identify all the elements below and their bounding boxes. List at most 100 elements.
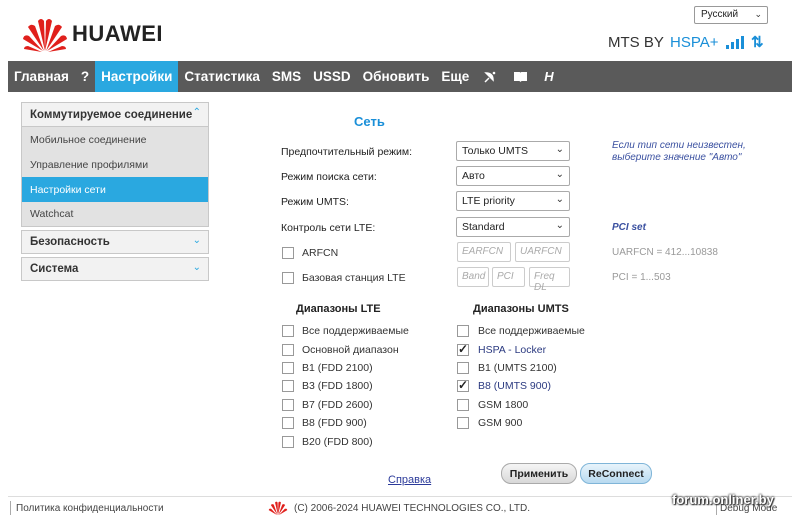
huawei-logo: HUAWEI [22,14,172,54]
nav-ussd[interactable]: USSD [307,61,357,92]
nav-statistics[interactable]: Статистика [178,61,265,92]
chevron-down-icon: ⌄ [555,220,564,231]
lte-band-b7-checkbox[interactable] [282,399,294,411]
lte-band-b20-checkbox[interactable] [282,436,294,448]
watermark: forum.onliner.by [672,492,774,507]
chevron-down-icon: ⌄ [555,169,564,180]
chevron-down-icon: ⌄ [555,194,564,205]
sidebar-item-profile-management[interactable]: Управление профилями [21,152,209,177]
lte-band-label: B8 (FDD 900) [302,417,367,429]
lte-band-label: Все поддерживаемые [302,325,409,337]
pref-mode-value: Только UMTS [462,145,529,157]
lte-band-all-checkbox[interactable] [282,325,294,337]
sidebar-item-network-settings[interactable]: Настройки сети [21,177,209,202]
lte-band-label: B1 (FDD 2100) [302,362,373,374]
base-station-label: Базовая станция LTE [302,272,406,284]
copyright: (C) 2006-2024 HUAWEI TECHNOLOGIES CO., L… [268,500,530,516]
apply-button[interactable]: Применить [501,463,577,484]
sidebar-group-label: Безопасность [30,236,110,248]
pci-input[interactable]: PCI [492,267,525,287]
sidebar-group-security[interactable]: Безопасность ⌄ [21,230,209,254]
umts-mode-label: Режим UMTS: [281,196,349,208]
umts-band-label: B8 (UMTS 900) [478,380,551,392]
nav-sms[interactable]: SMS [266,61,307,92]
updown-arrows-icon: ⇅ [751,34,764,51]
brand-name: HUAWEI [72,21,163,46]
sidebar-item-mobile-connection[interactable]: Мобильное соединение [21,127,209,152]
nav-help[interactable]: ? [75,61,95,92]
chevron-down-icon: ⌄ [192,235,201,246]
sidebar-group-label: Коммутируемое соединение [30,108,193,121]
earfcn-input[interactable]: EARFCN [457,242,511,262]
book-icon[interactable] [505,61,536,92]
umts-band-gsm900-checkbox[interactable] [457,417,469,429]
nav-home[interactable]: Главная [8,61,75,92]
reconnect-button[interactable]: ReConnect [580,463,652,484]
sidebar: Коммутируемое соединение ⌃ Мобильное сое… [21,102,209,284]
lte-band-main-checkbox[interactable] [282,344,294,356]
umts-band-label: Все поддерживаемые [478,325,585,337]
lte-control-select[interactable]: Standard ⌄ [456,217,570,237]
umts-mode-select[interactable]: LTE priority ⌄ [456,191,570,211]
umts-band-gsm1800-checkbox[interactable] [457,399,469,411]
sidebar-group-system[interactable]: Система ⌄ [21,257,209,281]
lte-band-label: B7 (FDD 2600) [302,399,373,411]
network-hint: Если тип сети неизвестен, выберите значе… [612,140,746,163]
sidebar-group-dialup[interactable]: Коммутируемое соединение ⌃ [21,102,209,127]
umts-bands-heading: Диапазоны UMTS [473,303,569,315]
help-link[interactable]: Справка [388,474,431,486]
privacy-policy-link[interactable]: Политика конфиденциальности [16,503,164,514]
lte-band-b1-checkbox[interactable] [282,362,294,374]
satellite-dish-icon[interactable] [475,61,505,92]
uarfcn-input[interactable]: UARFCN [515,242,570,262]
chevron-up-icon: ⌃ [192,107,201,118]
band-input[interactable]: Band [457,267,489,287]
umts-band-label: B1 (UMTS 2100) [478,362,557,374]
h-icon[interactable]: H [536,61,561,92]
footer-divider [10,501,11,515]
chevron-down-icon: ⌄ [192,262,201,273]
search-mode-value: Авто [462,170,485,182]
operator-name: MTS BY [608,34,664,51]
umts-band-b1-checkbox[interactable] [457,362,469,374]
search-mode-select[interactable]: Авто ⌄ [456,166,570,186]
umts-band-label: HSPA - Locker [478,344,547,356]
pci-set-link[interactable]: PCI set [612,222,646,233]
lte-band-b8-checkbox[interactable] [282,417,294,429]
main-nav: Главная ? Настройки Статистика SMS USSD … [8,61,792,92]
language-value: Русский [701,9,739,20]
header: HUAWEI Русский ⌄ MTS BY HSPA+ ⇅ [0,0,800,62]
page-title: Сеть [354,114,385,129]
nav-update[interactable]: Обновить [357,61,436,92]
lte-band-label: Основной диапазон [302,344,399,356]
lte-bands-heading: Диапазоны LTE [296,303,381,315]
search-mode-label: Режим поиска сети: [281,171,377,183]
base-station-checkbox[interactable] [282,272,294,284]
huawei-flower-icon [23,19,67,52]
umts-band-all-checkbox[interactable] [457,325,469,337]
lte-control-value: Standard [462,221,505,233]
umts-band-label: GSM 900 [478,417,523,429]
uarfcn-hint: UARFCN = 412...10838 [612,247,718,258]
sidebar-item-watchcat[interactable]: Watchcat [21,202,209,227]
arfcn-checkbox[interactable] [282,247,294,259]
network-type: HSPA+ [670,34,719,51]
umts-band-b8-checkbox[interactable] [457,378,469,392]
pref-mode-label: Предпочтительный режим: [281,146,413,158]
lte-band-b3-checkbox[interactable] [282,380,294,392]
pref-mode-select[interactable]: Только UMTS ⌄ [456,141,570,161]
lte-band-label: B20 (FDD 800) [302,436,373,448]
freq-dl-input[interactable]: Freq DL [529,267,570,293]
umts-mode-value: LTE priority [462,195,515,207]
huawei-flower-icon [268,501,288,516]
lte-control-label: Контроль сети LTE: [281,222,376,234]
umts-band-label: GSM 1800 [478,399,529,411]
sidebar-group-label: Система [30,263,79,275]
language-select[interactable]: Русский ⌄ [694,6,768,24]
nav-settings[interactable]: Настройки [95,61,179,92]
nav-more[interactable]: Еще [435,61,475,92]
chevron-down-icon: ⌄ [555,144,564,155]
signal-strength-icon [726,35,746,49]
umts-band-hspa-locker-checkbox[interactable] [457,342,469,356]
pci-hint: PCI = 1...503 [612,272,671,283]
